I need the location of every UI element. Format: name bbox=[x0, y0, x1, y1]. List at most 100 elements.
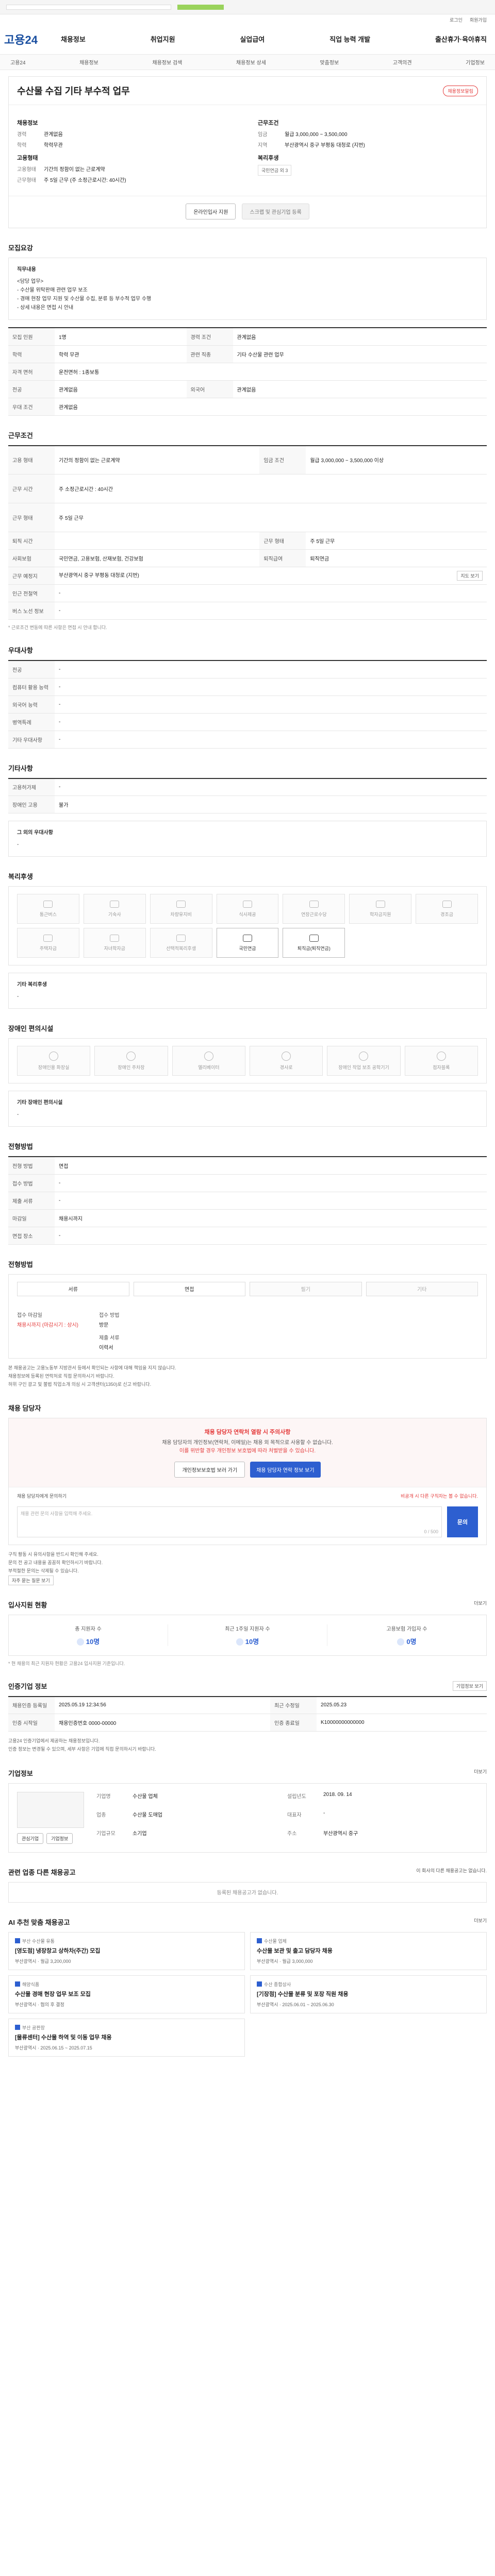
alert-badge[interactable]: 채용정보알림 bbox=[443, 85, 478, 96]
apply-box: 서류 면접 필기 기타 접수 마감일 채용시까지 (마감시기 : 상시) 접수 … bbox=[8, 1274, 487, 1359]
favorite-company-button[interactable]: 관심기업 bbox=[17, 1833, 44, 1844]
subnav-item[interactable]: 채용정보 상세 bbox=[236, 58, 266, 66]
site-header: 고용24 채용정보 취업지원 실업급여 직업 능력 개발 출산휴가·육아휴직 bbox=[0, 24, 495, 55]
pension-icon bbox=[242, 934, 252, 942]
extra-title: 기타 장애인 편의시설 bbox=[17, 1100, 63, 1106]
cell-value: 1명 bbox=[55, 328, 187, 346]
nav-item-benefits[interactable]: 실업급여 bbox=[240, 34, 265, 44]
company-logo-icon bbox=[257, 1938, 262, 1943]
company-key: 기업명 bbox=[96, 1793, 111, 1800]
company-key: 주소 bbox=[287, 1831, 297, 1837]
welfare-tag[interactable]: 국민연금 외 3 bbox=[258, 165, 292, 176]
scrap-button[interactable]: 스크랩 및 관심기업 등록 bbox=[242, 204, 309, 219]
duty-line: - 수산물 위탁판매 관련 업무 보조 bbox=[17, 287, 88, 293]
cell-value: 운전면허 : 1종보통 bbox=[55, 363, 487, 381]
recommend-card[interactable]: 부산 공판장 [물류센터] 수산물 하역 및 이동 업무 채용 부산광역시 · 20… bbox=[8, 2018, 245, 2057]
welfare-label: 기숙사 bbox=[108, 911, 121, 917]
recommend-card[interactable]: 부산 수산물 유통 [영도점] 냉장창고 상하차(주간) 모집 부산광역시 · 월급… bbox=[8, 1931, 245, 1970]
duty-box: 직무내용 <담당 업무> - 수산물 위탁판매 관련 업무 보조 - 경매 현장… bbox=[8, 258, 487, 320]
subnav-item[interactable]: 맞춤정보 bbox=[320, 58, 339, 66]
company-detail-button[interactable]: 기업정보 bbox=[46, 1833, 73, 1844]
cell-key: 자격 면허 bbox=[8, 363, 55, 381]
login-link[interactable]: 로그인 bbox=[450, 16, 463, 23]
nav-item-support[interactable]: 취업지원 bbox=[151, 34, 175, 44]
cell-key: 면접 장소 bbox=[8, 1227, 55, 1245]
subnav-item[interactable]: 채용정보 검색 bbox=[152, 58, 182, 66]
cell-value: 관계없음 bbox=[233, 328, 487, 346]
privacy-law-button[interactable]: 개인정보보호법 보러 가기 bbox=[174, 1462, 245, 1478]
access-label: 장애인 주차장 bbox=[118, 1064, 145, 1070]
card-company: 해양식품 bbox=[22, 1981, 40, 1987]
apply-button[interactable]: 온라인입사 지원 bbox=[186, 204, 236, 219]
recommend-card[interactable]: 수산 종합상사 [기장점] 수산물 분류 및 포장 직원 채용 부산광역시 · 20… bbox=[250, 1975, 487, 2013]
work-note: * 근로조건 변동에 따른 사항은 면접 시 안내 합니다. bbox=[8, 625, 107, 630]
cell-key: 임금 조건 bbox=[259, 445, 306, 474]
cell-value: 주 소정근로시간 : 40시간 bbox=[55, 474, 487, 503]
more-link[interactable]: 더보기 bbox=[474, 1600, 487, 1606]
card-meta: 부산광역시 · 월급 3,200,000 bbox=[15, 1958, 71, 1964]
map-button[interactable]: 지도 보기 bbox=[457, 571, 483, 581]
cell-key: 모집 인원 bbox=[8, 328, 55, 346]
summary-group-title: 근무조건 bbox=[258, 120, 279, 126]
access-label: 점자블록 bbox=[433, 1064, 450, 1070]
table-row: 모집 인원 1명 경력 조건 관계없음 bbox=[8, 328, 487, 346]
welfare-label: 통근버스 bbox=[39, 911, 57, 917]
access-extra-box: 기타 장애인 편의시설 - bbox=[8, 1091, 487, 1127]
nav-item-leave[interactable]: 출산휴가·육아휴직 bbox=[435, 34, 487, 44]
page: 로그인 회원가입 고용24 채용정보 취업지원 실업급여 직업 능력 개발 출산… bbox=[0, 0, 495, 2077]
welfare-extra-box: 기타 복리후생 - bbox=[8, 973, 487, 1009]
view-contact-button[interactable]: 채용 담당자 연락 정보 보기 bbox=[250, 1462, 321, 1478]
ask-submit-button[interactable]: 문의 bbox=[447, 1506, 478, 1538]
subnav-item[interactable]: 채용정보 bbox=[79, 58, 98, 66]
section-title: 모집요강 bbox=[8, 244, 33, 252]
cell-key: 접수 방법 bbox=[8, 1174, 55, 1192]
cell-key: 최근 수정일 bbox=[270, 1696, 317, 1715]
recommend-card[interactable]: 수산물 업체 수산물 보관 및 출고 담당자 채용 부산광역시 · 월급 3,000… bbox=[250, 1931, 487, 1970]
stat-value: 10명 bbox=[86, 1637, 100, 1646]
breadcrumb-home[interactable]: 고용24 bbox=[10, 58, 26, 66]
sub-nav: 고용24 채용정보 채용정보 검색 채용정보 상세 맞춤정보 고객의견 기업정보 bbox=[0, 55, 495, 70]
ask-textarea[interactable]: 채용 관련 문의 사항을 입력해 주세요. 0 / 500 bbox=[17, 1506, 442, 1538]
section-title: 근무조건 bbox=[8, 431, 33, 439]
cell-key: 학력 bbox=[8, 345, 55, 363]
cell-key: 경력 조건 bbox=[186, 328, 233, 346]
duty-line: - 경매 현장 업무 지원 및 수산물 수집, 분류 등 부수적 업무 수행 bbox=[17, 296, 152, 302]
table-row: 자격 면허 운전면허 : 1종보통 bbox=[8, 363, 487, 381]
summary-key: 경력 bbox=[17, 132, 27, 138]
more-link[interactable]: 더보기 bbox=[474, 1917, 487, 1924]
welfare-item: 연장근로수당 bbox=[283, 894, 345, 924]
table-row: 컴퓨터 활용 능력 - bbox=[8, 678, 487, 696]
nav-item-jobs[interactable]: 채용정보 bbox=[61, 34, 86, 44]
bullet-line: 인증 정보는 변경될 수 있으며, 세부 사항은 기업에 직접 문의하시기 바랍… bbox=[8, 1747, 156, 1752]
subnav-item[interactable]: 고객의견 bbox=[393, 58, 412, 66]
signup-link[interactable]: 회원가입 bbox=[470, 16, 487, 23]
similar-note: 이 회사의 다른 채용공고는 없습니다. bbox=[416, 1868, 487, 1873]
card-title: 수산물 보관 및 출고 담당자 채용 bbox=[257, 1947, 333, 1954]
logo[interactable]: 고용24 bbox=[4, 31, 61, 47]
faq-button[interactable]: 자주 묻는 질문 보기 bbox=[8, 1575, 54, 1585]
summary-group-title: 채용정보 bbox=[17, 120, 38, 126]
card-meta: 부산광역시 · 2025.06.01 ~ 2025.06.30 bbox=[257, 2002, 334, 2007]
cell-value: 관계없음 bbox=[233, 380, 487, 398]
summary-key: 고용형태 bbox=[17, 167, 36, 173]
subnav-item[interactable]: 기업정보 bbox=[466, 58, 485, 66]
summary-key: 학력 bbox=[17, 143, 27, 148]
cell-key: 전공 bbox=[8, 660, 55, 679]
table-row: 인증 시작일 채용인증번호 0000-00000 인증 종료일 K1000000000… bbox=[8, 1714, 487, 1732]
card-title: 수산물 경매 현장 업무 보조 모집 bbox=[15, 1991, 91, 1997]
access-item: 경사로 bbox=[249, 1046, 323, 1076]
bullet-line: 채용정보에 등록된 연락처로 직접 문의하시기 바랍니다. bbox=[8, 1373, 114, 1379]
section-title-row: 인증기업 정보 기업정보 보기 bbox=[8, 1681, 487, 1691]
access-box: 장애인용 화장실 장애인 주차장 엘리베이터 경사로 장애인 작업 보조 공학기… bbox=[8, 1038, 487, 1083]
similar-empty: 등록된 채용공고가 없습니다. bbox=[8, 1882, 487, 1903]
meal-icon bbox=[242, 900, 252, 908]
recommend-card[interactable]: 해양식품 수산물 경매 현장 업무 보조 모집 부산광역시 · 협의 후 결정 bbox=[8, 1975, 245, 2013]
manager-notice-text: 채용 담당자의 개인정보(연락처, 이메일)는 채용 외 목적으로 사용할 수 … bbox=[162, 1440, 333, 1446]
section-title-row: 입사지원 현황 더보기 bbox=[8, 1600, 487, 1609]
cell-key: 근무 형태 bbox=[8, 503, 55, 532]
apply-docs: 접수 마감일 채용시까지 (마감시기 : 상시) 접수 방법 방문 제출 서류 … bbox=[9, 1303, 486, 1358]
more-link[interactable]: 더보기 bbox=[474, 1768, 487, 1775]
address-bar[interactable] bbox=[6, 4, 171, 10]
nav-item-training[interactable]: 직업 능력 개발 bbox=[329, 34, 370, 44]
company-info-button[interactable]: 기업정보 보기 bbox=[452, 1681, 487, 1691]
